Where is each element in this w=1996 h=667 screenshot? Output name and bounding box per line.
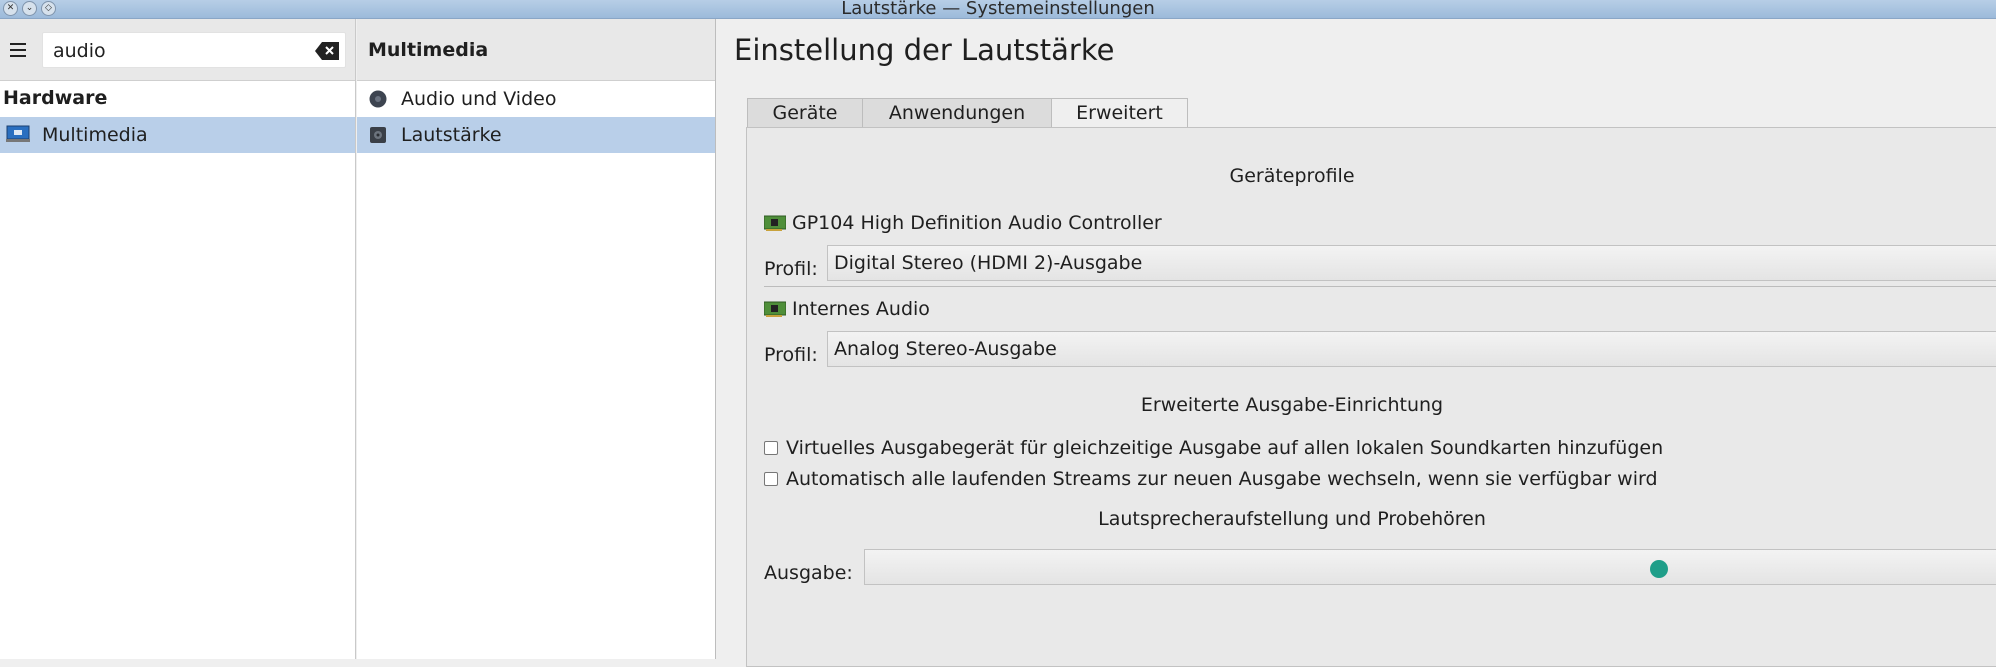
search-input[interactable]: audio (42, 32, 346, 68)
device-internal-audio: Internes Audio (764, 298, 930, 320)
device-separator (764, 286, 1996, 287)
output-label: Ausgabe: (764, 562, 853, 584)
subcategory-item-audio-video[interactable]: Audio und Video (357, 81, 715, 117)
profile-label: Profil: (764, 258, 818, 280)
window-titlebar: ✕ ⌄ ◇ Lautstärke — Systemeinstellungen (0, 0, 1996, 19)
checkbox-box[interactable] (764, 472, 778, 486)
window-title: Lautstärke — Systemeinstellungen (841, 0, 1155, 19)
speaker-setup-header: Lautsprecheraufstellung und Probehören (1098, 508, 1486, 530)
hamburger-menu-icon[interactable] (10, 43, 26, 57)
sidebar: audio Hardware Multimedia (0, 19, 356, 659)
subcategory-list: Multimedia Audio und Video Lautstärke (357, 19, 716, 659)
profile-label: Profil: (764, 344, 818, 366)
checkbox-auto-switch-streams[interactable]: Automatisch alle laufenden Streams zur n… (764, 468, 1658, 490)
device-name: Internes Audio (792, 298, 930, 320)
sidebar-category-hardware: Hardware (3, 87, 108, 109)
subcategory-item-label: Audio und Video (401, 88, 557, 110)
profile-select-gp104[interactable]: Digital Stereo (HDMI 2)-Ausgabe (827, 245, 1996, 281)
tab-applications[interactable]: Anwendungen (862, 98, 1052, 128)
settings-main: Einstellung der Lautstärke Geräte Anwend… (717, 19, 1996, 667)
page-title: Einstellung der Lautstärke (734, 33, 1115, 67)
sound-card-icon (764, 215, 786, 231)
checkbox-virtual-output[interactable]: Virtuelles Ausgabegerät für gleichzeitig… (764, 437, 1663, 459)
tab-advanced[interactable]: Erweitert (1051, 98, 1188, 128)
checkbox-label: Automatisch alle laufenden Streams zur n… (786, 468, 1658, 490)
audio-video-icon (369, 90, 387, 108)
advanced-panel: Geräteprofile GP104 High Definition Audi… (746, 127, 1996, 667)
checkbox-box[interactable] (764, 441, 778, 455)
sound-card-icon (764, 301, 786, 317)
device-name: GP104 High Definition Audio Controller (792, 212, 1162, 234)
tab-devices[interactable]: Geräte (747, 98, 863, 128)
multimedia-icon (6, 125, 30, 142)
profile-select-internal-audio[interactable]: Analog Stereo-Ausgabe (827, 331, 1996, 367)
sidebar-header: audio (0, 19, 355, 81)
subcategory-header: Multimedia (357, 19, 715, 81)
search-value: audio (53, 40, 106, 62)
device-profiles-header: Geräteprofile (1229, 165, 1355, 187)
checkbox-label: Virtuelles Ausgabegerät für gleichzeitig… (786, 437, 1664, 459)
profile-select-value: Analog Stereo-Ausgabe (834, 338, 1057, 360)
profile-select-value: Digital Stereo (HDMI 2)-Ausgabe (834, 252, 1143, 274)
subcategory-item-label: Lautstärke (401, 124, 502, 146)
subcategory-item-volume[interactable]: Lautstärke (357, 117, 715, 153)
clear-search-icon[interactable] (315, 42, 339, 60)
subcategory-title: Multimedia (368, 39, 489, 61)
sidebar-item-label: Multimedia (42, 124, 148, 146)
sidebar-item-multimedia[interactable]: Multimedia (0, 117, 355, 153)
speaker-icon (370, 127, 386, 143)
speaker-position-handle[interactable] (1650, 560, 1668, 578)
output-select[interactable] (864, 549, 1996, 585)
advanced-output-header: Erweiterte Ausgabe-Einrichtung (1140, 394, 1444, 416)
device-gp104: GP104 High Definition Audio Controller (764, 212, 1162, 234)
